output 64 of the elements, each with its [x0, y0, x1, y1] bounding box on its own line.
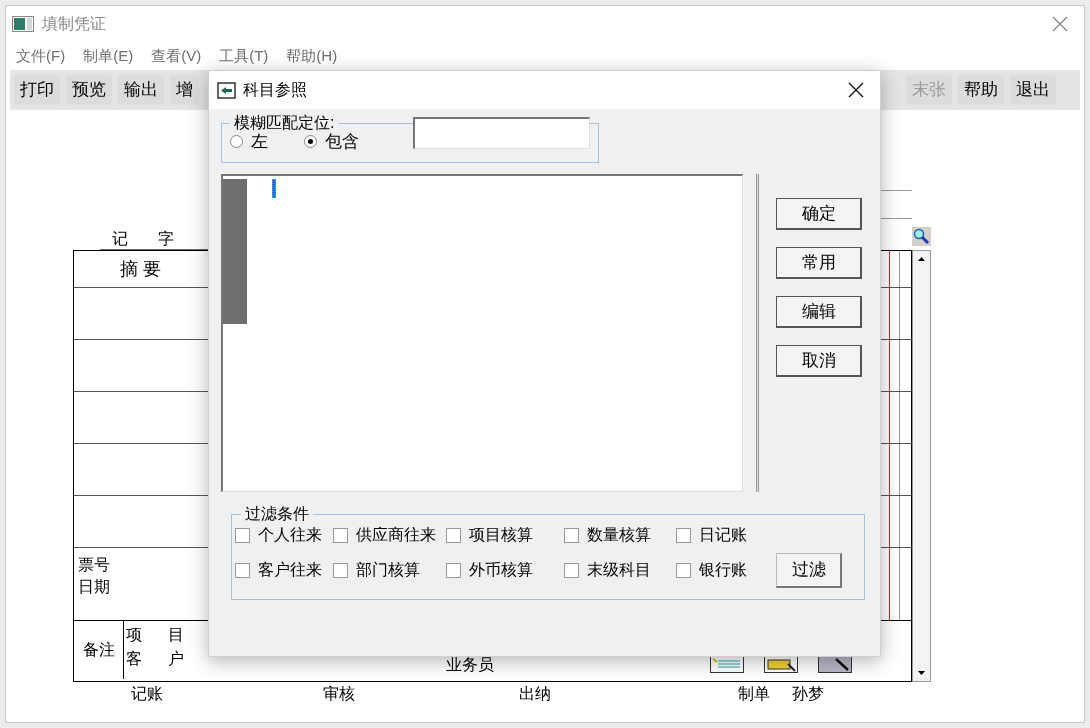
filter-checkbox[interactable]: 项目核算 [446, 523, 564, 547]
menu-item[interactable]: 查看(V) [151, 44, 202, 68]
voucher-type-label: 字 [158, 229, 174, 249]
toolbar-button[interactable]: 输出 [118, 75, 164, 105]
checkbox[interactable] [676, 562, 691, 578]
dialog-button[interactable]: 确定 [776, 198, 862, 230]
search-input-field[interactable] [413, 117, 590, 149]
remark-label: 备注 [82, 640, 115, 660]
dialog-app-icon [217, 81, 236, 99]
filter-checkbox[interactable]: 末级科目 [564, 558, 676, 582]
window-title: 填制凭证 [42, 14, 106, 34]
signature-label: 审核 [323, 684, 355, 704]
group-legend: 过滤条件 [241, 506, 313, 522]
checkbox[interactable] [235, 527, 250, 543]
checkbox[interactable] [446, 527, 461, 543]
filter-checkbox[interactable]: 供应商往来 [333, 523, 446, 547]
group-legend: 模糊匹配定位: [230, 115, 339, 131]
checkbox[interactable] [676, 527, 691, 543]
radio-option[interactable]: 包含 [304, 129, 359, 155]
search-icon[interactable] [912, 227, 931, 246]
column-header: 摘 要 [120, 257, 162, 281]
scrollbar[interactable] [912, 250, 931, 682]
voucher-type-label: 记 [112, 229, 128, 249]
menu-item[interactable]: 帮助(H) [286, 44, 338, 68]
remark-field-label: 项 目 [126, 625, 185, 645]
checkbox[interactable] [235, 562, 250, 578]
dialog-title: 科目参照 [243, 80, 307, 100]
signature-name: 孙梦 [792, 684, 824, 704]
checkbox[interactable] [333, 527, 348, 543]
filter-checkbox[interactable]: 个人往来 [235, 523, 333, 547]
filter-checkbox[interactable]: 银行账 [676, 558, 766, 582]
checkbox[interactable] [564, 527, 579, 543]
menu-item[interactable]: 文件(F) [16, 44, 66, 68]
radio-option[interactable]: 左 [230, 129, 268, 155]
filter-checkbox[interactable]: 部门核算 [333, 558, 446, 582]
dialog-button[interactable]: 取消 [776, 345, 862, 377]
menu-item[interactable]: 制单(E) [83, 44, 134, 68]
toolbar-button[interactable]: 增 [170, 75, 199, 105]
text-cursor-icon [272, 179, 276, 198]
dialog-button[interactable]: 常用 [776, 247, 862, 279]
ticket-label: 票号 [78, 555, 110, 575]
salesman-label: 业务员 [446, 655, 495, 675]
remark-field-label: 客 户 [126, 649, 185, 669]
signature-label: 记账 [131, 684, 163, 704]
menu-item[interactable]: 工具(T) [219, 44, 269, 68]
filter-button[interactable]: 过滤 [776, 552, 842, 588]
dialog-button[interactable]: 编辑 [776, 296, 862, 328]
close-icon[interactable] [848, 82, 864, 98]
ticket-label: 日期 [78, 577, 110, 597]
filter-checkbox[interactable]: 日记账 [676, 523, 766, 547]
filter-checkbox[interactable]: 客户往来 [235, 558, 333, 582]
filter-checkbox[interactable]: 外币核算 [446, 558, 564, 582]
toolbar-button[interactable]: 预览 [66, 75, 112, 105]
checkbox[interactable] [333, 562, 348, 578]
signature-label: 出纳 [519, 684, 551, 704]
window-app-icon [12, 16, 34, 32]
signature-label: 制单 [738, 684, 770, 704]
subject-list[interactable] [221, 174, 743, 492]
toolbar-button[interactable]: 退出 [1010, 75, 1056, 105]
toolbar-button[interactable]: 打印 [14, 75, 60, 105]
checkbox[interactable] [446, 562, 461, 578]
toolbar-button[interactable]: 帮助 [958, 75, 1004, 105]
filter-checkbox[interactable]: 数量核算 [564, 523, 676, 547]
checkbox[interactable] [564, 562, 579, 578]
